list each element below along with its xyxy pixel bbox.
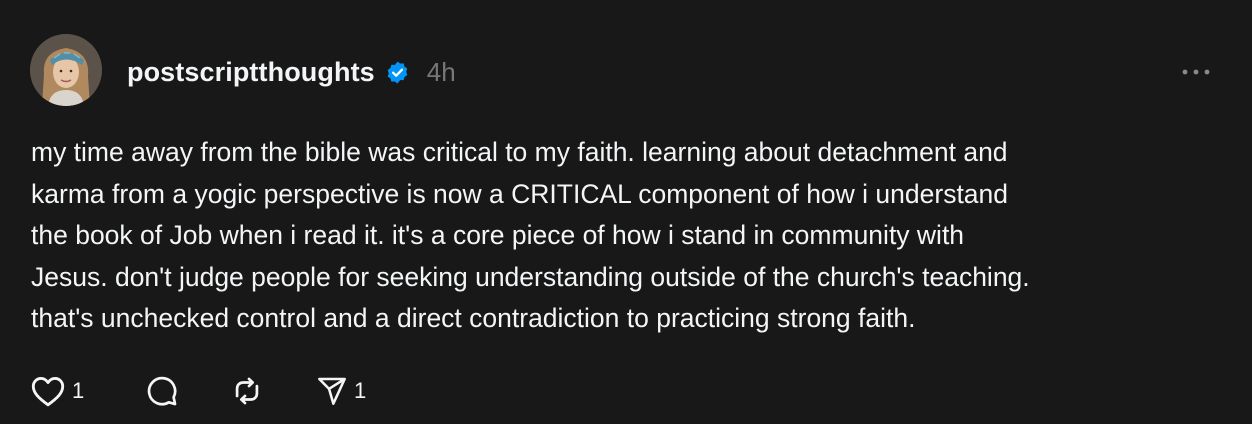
profile-photo-icon [30, 34, 102, 106]
share-button[interactable]: 1 [316, 369, 396, 413]
reply-button[interactable] [145, 369, 230, 413]
share-count: 1 [354, 378, 367, 403]
repost-button[interactable] [230, 369, 316, 413]
post-header: postscriptthoughts 4h [127, 52, 456, 92]
like-count: 1 [72, 378, 85, 403]
avatar[interactable] [30, 34, 102, 106]
username[interactable]: postscriptthoughts [127, 57, 375, 88]
comment-icon [147, 376, 177, 406]
repost-icon [235, 377, 259, 405]
post-timestamp: 4h [426, 56, 456, 87]
send-icon [318, 377, 346, 405]
thread-post: postscriptthoughts 4h my time away from … [0, 0, 1252, 424]
post-body: my time away from the bible was critical… [31, 137, 1030, 333]
like-button[interactable]: 1 [30, 369, 145, 413]
more-options-button[interactable] [1176, 60, 1216, 84]
verified-badge-icon [385, 60, 410, 85]
post-actions: 1 1 [30, 369, 396, 413]
more-icon [1182, 69, 1210, 75]
heart-icon [31, 376, 65, 407]
